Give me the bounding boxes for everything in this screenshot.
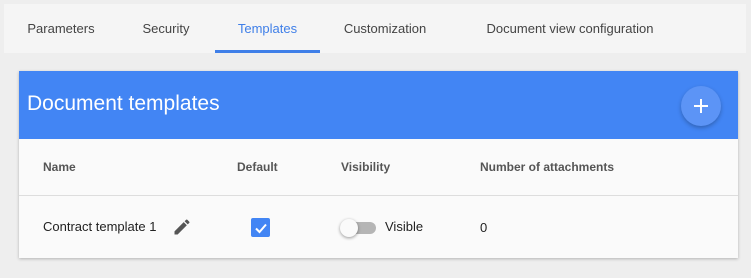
tab-customization[interactable]: Customization [320, 4, 450, 53]
column-header-attachments: Number of attachments [480, 160, 615, 174]
visibility-toggle[interactable] [340, 219, 378, 237]
visibility-label: Visible [385, 219, 424, 234]
attachments-count: 0 [480, 220, 488, 235]
template-name: Contract template 1 [43, 219, 157, 234]
column-header-default: Default [237, 160, 278, 174]
header-divider [19, 195, 738, 196]
column-header-visibility: Visibility [341, 160, 391, 174]
default-checkbox[interactable] [251, 218, 270, 237]
column-header-name: Name [43, 160, 76, 174]
plus-icon [694, 99, 708, 113]
card-header: Document templates [19, 71, 738, 139]
tab-templates[interactable]: Templates [215, 4, 320, 53]
add-template-button[interactable] [681, 86, 721, 126]
card-title: Document templates [27, 92, 220, 115]
document-templates-card: Document templates Name Default Visibili… [19, 71, 738, 258]
tab-bar: Parameters Security Templates Customizat… [4, 4, 746, 53]
checkmark-icon [254, 223, 267, 233]
tab-document-view-configuration[interactable]: Document view configuration [450, 4, 690, 53]
tab-parameters[interactable]: Parameters [4, 4, 118, 53]
toggle-thumb [340, 219, 358, 237]
pencil-icon[interactable] [172, 217, 192, 242]
tab-security[interactable]: Security [118, 4, 214, 53]
